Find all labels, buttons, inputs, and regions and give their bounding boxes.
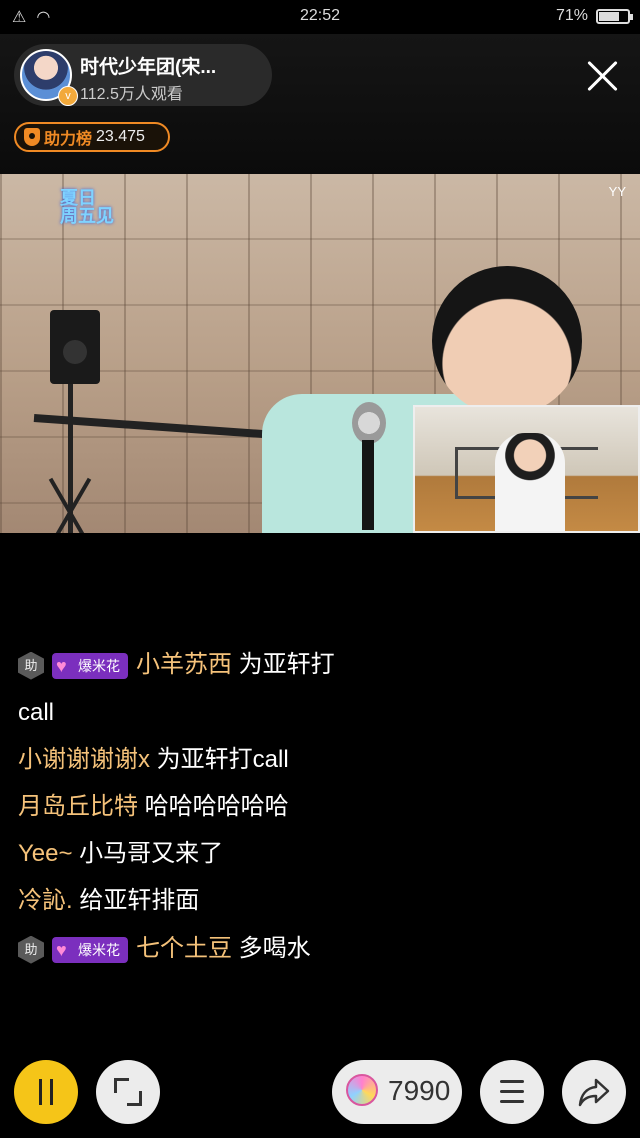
chat-nick[interactable]: 小羊苏西 [136,651,232,678]
chat-nick[interactable]: Yee~ [18,840,73,867]
chat-nick[interactable]: 小谢谢谢谢x [18,746,150,773]
status-bar: ⚠ ◠ 22:52 71% [0,0,640,34]
boost-value: 23.475 [96,128,145,145]
gift-count: 7990 [388,1075,451,1106]
pause-icon[interactable] [14,1060,78,1124]
yy-watermark: YY [608,184,626,199]
battery-icon [596,8,633,24]
guard-badge: 助 [18,651,44,680]
speaker [50,310,100,384]
gift-button[interactable]: 7990 [332,1060,462,1124]
menu-line [500,1090,524,1093]
menu-icon[interactable] [480,1060,544,1124]
anchor-name: 时代少年团(宋... [80,57,217,78]
close-icon[interactable] [582,56,622,96]
boost-ranking-button[interactable]: 助力榜 23.475 [14,122,170,152]
battery-percent: 71% [555,7,588,24]
share-icon[interactable] [562,1060,626,1124]
anchor-info[interactable]: v 时代少年团(宋... 112.5万人观看 [14,44,272,106]
live-header: v 时代少年团(宋... 112.5万人观看 助力榜 23.475 [0,34,640,174]
chat-text: 哈哈哈哈哈哈 [138,793,289,820]
microphone [352,402,386,444]
chat-message: 助 ♥ 爆米花 小羊苏西 为亚轩打 [18,650,335,680]
chat-message: 小谢谢谢谢x 为亚轩打call [18,745,289,775]
chat-message: Yee~ 小马哥又来了 [18,839,223,869]
shield-icon [24,128,40,146]
lollipop-icon [346,1074,378,1106]
viewer-count: 112.5万人观看 [80,86,183,103]
microphone-handle [362,440,374,530]
popcorn-badge: ♥ 爆米花 [52,652,128,679]
pip-performer [495,433,565,531]
chat-text: 给亚轩排面 [72,887,200,914]
popcorn-badge: ♥ 爆米花 [52,936,128,963]
battery-fill [599,11,619,21]
pip-video[interactable] [413,405,640,533]
menu-line [500,1100,524,1103]
guard-badge: 助 [18,935,44,964]
heart-icon: ♥ [56,655,67,676]
chat-nick[interactable]: 七个土豆 [136,935,232,962]
status-time: 22:52 [299,7,341,24]
verified-icon: v [58,86,78,106]
popcorn-badge-label: 爆米花 [78,941,120,958]
chat-message-continuation: call [18,698,54,728]
chat-text: 多喝水 [232,935,311,962]
live-video[interactable]: 夏日 周五见 YY [0,174,640,533]
chat-message: 助 ♥ 爆米花 七个土豆 多喝水 [18,934,311,964]
chat-text: 为亚轩打 [232,651,335,678]
menu-line [500,1080,524,1083]
heart-icon: ♥ [56,939,67,960]
share-arrow [578,1078,610,1107]
chat-text: 为亚轩打call [150,746,289,773]
popcorn-badge-label: 爆米花 [78,657,120,674]
show-logo: 夏日 周五见 [60,188,114,226]
chat-text: call [18,699,55,726]
chat-nick[interactable]: 冷訫. [18,887,73,914]
performer-head [432,266,582,416]
chat-message: 月岛丘比特 哈哈哈哈哈哈 [18,792,289,822]
chat-text: 小马哥又来了 [72,840,224,867]
boost-label: 助力榜 [44,131,93,148]
bottom-controls: 7990 [0,1050,640,1138]
chat-nick[interactable]: 月岛丘比特 [18,793,138,820]
chat-message: 冷訫. 给亚轩排面 [18,886,199,916]
fullscreen-corner [127,1091,142,1106]
fullscreen-icon[interactable] [96,1060,160,1124]
